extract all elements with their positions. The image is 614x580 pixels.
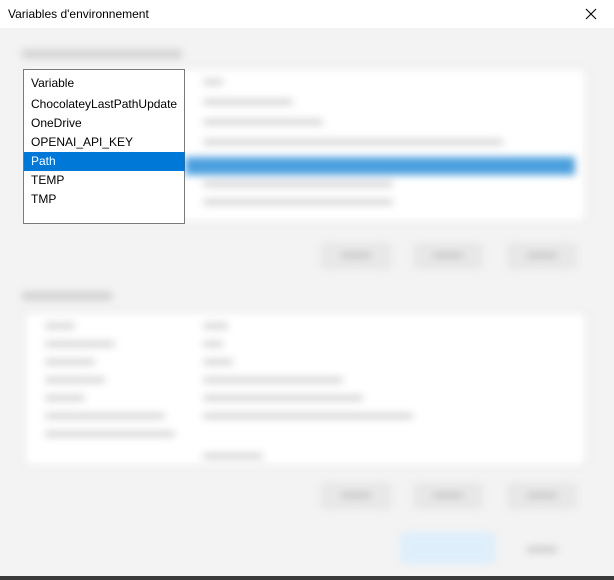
user-edit-button[interactable] bbox=[414, 244, 482, 268]
list-item-tmp[interactable]: TMP bbox=[24, 190, 185, 209]
list-item-onedrive[interactable]: OneDrive bbox=[24, 114, 185, 133]
system-new-button[interactable] bbox=[322, 484, 390, 508]
user-new-button[interactable] bbox=[322, 244, 390, 268]
window-title: Variables d'environnement bbox=[8, 7, 149, 21]
user-delete-button[interactable] bbox=[508, 244, 576, 268]
list-item-temp[interactable]: TEMP bbox=[24, 171, 185, 190]
user-variables-group-label bbox=[22, 50, 182, 58]
system-variables-group-label bbox=[22, 292, 112, 300]
system-delete-button[interactable] bbox=[508, 484, 576, 508]
bottom-border bbox=[0, 576, 614, 580]
close-button[interactable] bbox=[568, 0, 614, 28]
list-item-openai-api-key[interactable]: OPENAI_API_KEY bbox=[24, 133, 185, 152]
list-item-path[interactable]: Path bbox=[24, 152, 185, 171]
title-bar: Variables d'environnement bbox=[0, 0, 614, 28]
list-header-variable: Variable bbox=[31, 76, 75, 90]
cancel-button[interactable] bbox=[508, 538, 576, 562]
close-icon bbox=[585, 8, 597, 20]
variable-dropdown-list[interactable]: Variable ChocolateyLastPathUpdate OneDri… bbox=[23, 69, 185, 224]
environment-variables-dialog: Variables d'environnement Variable Choco… bbox=[0, 0, 614, 580]
ok-button[interactable] bbox=[400, 532, 496, 564]
system-edit-button[interactable] bbox=[414, 484, 482, 508]
list-item-chocolateylastpathupdate[interactable]: ChocolateyLastPathUpdate bbox=[24, 95, 185, 114]
system-variables-list[interactable] bbox=[24, 312, 586, 466]
